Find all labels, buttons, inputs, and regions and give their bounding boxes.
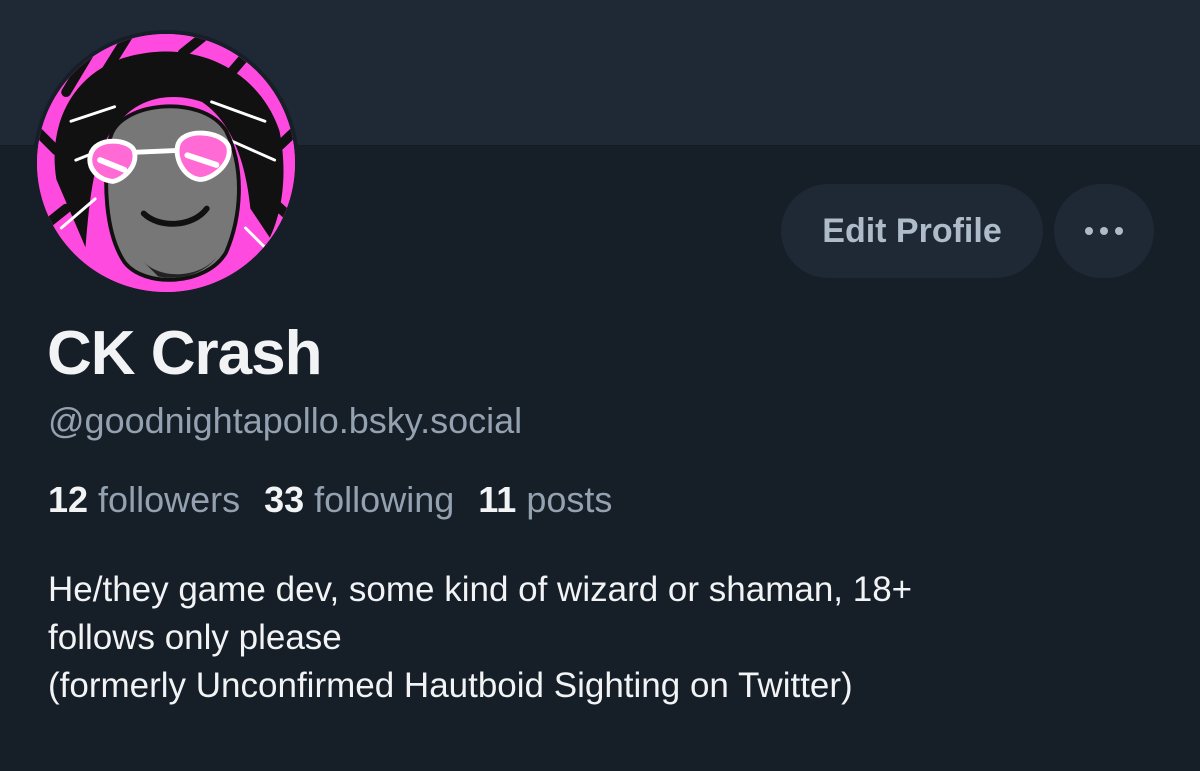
- posts-count: 11: [478, 479, 517, 520]
- more-options-button[interactable]: [1054, 184, 1154, 278]
- following-label: following: [304, 479, 455, 520]
- posts-label: posts: [516, 479, 613, 520]
- edit-profile-label: Edit Profile: [822, 211, 1002, 250]
- profile-avatar[interactable]: [33, 30, 299, 296]
- profile-bio: He/they game dev, some kind of wizard or…: [48, 566, 1168, 710]
- followers-count: 12: [48, 479, 89, 520]
- edit-profile-button[interactable]: Edit Profile: [781, 184, 1043, 278]
- bio-line: He/they game dev, some kind of wizard or…: [48, 570, 913, 609]
- posts-stat: 11 posts: [478, 479, 612, 521]
- bio-line: follows only please: [48, 618, 342, 657]
- profile-handle: @goodnightapollo.bsky.social: [48, 400, 523, 441]
- followers-label: followers: [88, 479, 241, 520]
- avatar-illustration-icon: [37, 34, 295, 292]
- display-name: CK Crash: [47, 319, 323, 388]
- ellipsis-icon: [1085, 227, 1123, 235]
- following-count: 33: [264, 479, 305, 520]
- bio-line: (formerly Unconfirmed Hautboid Sighting …: [48, 666, 853, 705]
- following-link[interactable]: 33 following: [264, 479, 454, 521]
- followers-link[interactable]: 12 followers: [48, 479, 240, 521]
- profile-stats: 12 followers 33 following 11 posts: [48, 479, 636, 521]
